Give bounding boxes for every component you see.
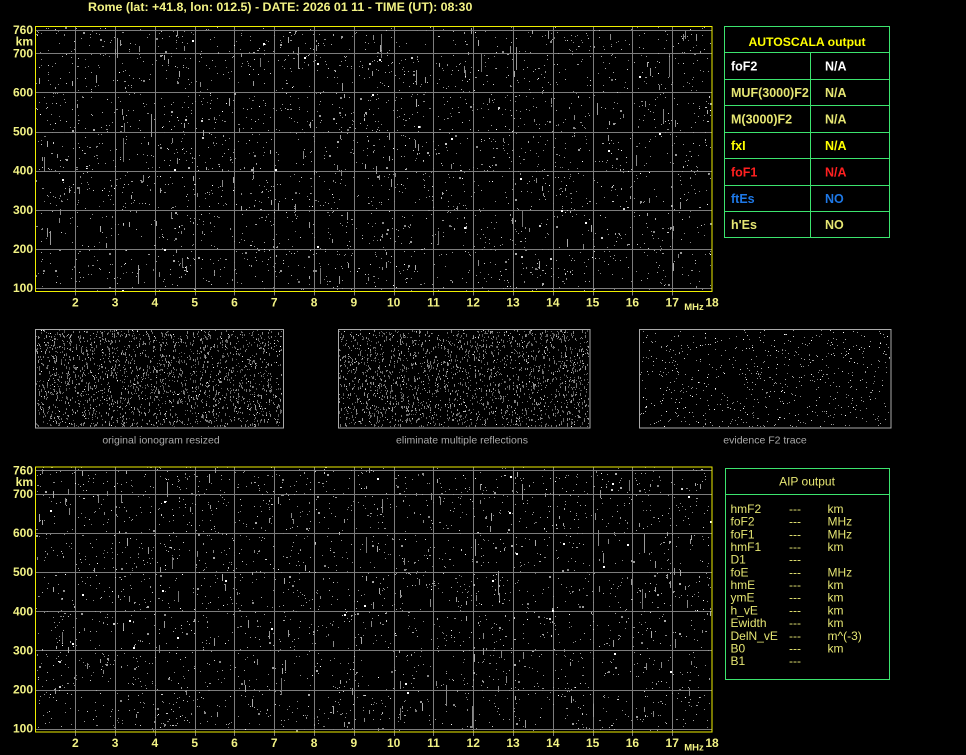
svg-text:16: 16 <box>626 736 640 750</box>
svg-text:15: 15 <box>586 736 600 750</box>
svg-text:ftEs: ftEs <box>731 192 755 206</box>
svg-text:km: km <box>828 641 844 655</box>
svg-text:600: 600 <box>13 85 33 99</box>
svg-text:4: 4 <box>152 736 159 750</box>
svg-text:MHz: MHz <box>684 743 704 754</box>
svg-text:400: 400 <box>13 164 33 178</box>
svg-text:13: 13 <box>506 296 520 310</box>
svg-text:4: 4 <box>152 296 159 310</box>
svg-text:15: 15 <box>586 296 600 310</box>
svg-text:6: 6 <box>231 296 238 310</box>
svg-text:14: 14 <box>546 296 560 310</box>
svg-text:N/A: N/A <box>825 86 847 100</box>
svg-text:Rome (lat: +41.8, lon: 012.5): Rome (lat: +41.8, lon: 012.5) - DATE: 20… <box>88 0 472 14</box>
svg-text:B1: B1 <box>731 654 746 668</box>
svg-text:foF2: foF2 <box>731 60 757 74</box>
svg-text:700: 700 <box>13 46 33 60</box>
svg-text:MHz: MHz <box>684 302 704 313</box>
svg-text:18: 18 <box>705 296 719 310</box>
svg-text:13: 13 <box>506 736 520 750</box>
svg-text:7: 7 <box>271 296 278 310</box>
svg-text:NO: NO <box>825 192 844 206</box>
svg-text:12: 12 <box>467 736 481 750</box>
svg-text:9: 9 <box>351 736 358 750</box>
svg-text:MUF(3000)F2: MUF(3000)F2 <box>731 86 809 100</box>
svg-text:---: --- <box>789 654 801 668</box>
svg-text:AUTOSCALA output: AUTOSCALA output <box>748 35 865 49</box>
svg-text:N/A: N/A <box>825 113 847 127</box>
svg-text:500: 500 <box>13 125 33 139</box>
svg-text:M(3000)F2: M(3000)F2 <box>731 113 792 127</box>
svg-text:700: 700 <box>13 487 33 501</box>
svg-text:9: 9 <box>351 296 358 310</box>
svg-text:2: 2 <box>72 296 79 310</box>
svg-text:300: 300 <box>13 643 33 657</box>
svg-text:10: 10 <box>387 736 401 750</box>
svg-text:fxI: fxI <box>731 139 746 153</box>
svg-text:AIP output: AIP output <box>779 475 835 489</box>
svg-text:7: 7 <box>271 736 278 750</box>
svg-text:5: 5 <box>191 296 198 310</box>
svg-text:300: 300 <box>13 203 33 217</box>
svg-text:10: 10 <box>387 296 401 310</box>
svg-text:16: 16 <box>626 296 640 310</box>
svg-text:400: 400 <box>13 604 33 618</box>
svg-text:km: km <box>828 540 844 554</box>
svg-text:h'Es: h'Es <box>731 218 757 232</box>
svg-text:12: 12 <box>467 296 481 310</box>
svg-text:11: 11 <box>427 296 440 310</box>
svg-text:5: 5 <box>191 736 198 750</box>
svg-text:3: 3 <box>112 296 119 310</box>
svg-text:3: 3 <box>112 736 119 750</box>
svg-text:11: 11 <box>427 736 440 750</box>
svg-text:N/A: N/A <box>825 166 847 180</box>
svg-text:17: 17 <box>666 736 680 750</box>
svg-text:100: 100 <box>13 722 33 736</box>
svg-text:17: 17 <box>666 296 680 310</box>
svg-text:6: 6 <box>231 736 238 750</box>
svg-text:200: 200 <box>13 683 33 697</box>
svg-text:200: 200 <box>13 242 33 256</box>
svg-text:100: 100 <box>13 281 33 295</box>
svg-text:14: 14 <box>546 736 560 750</box>
svg-text:8: 8 <box>311 296 318 310</box>
svg-text:NO: NO <box>825 218 844 232</box>
svg-text:N/A: N/A <box>825 139 847 153</box>
svg-text:evidence F2 trace: evidence F2 trace <box>723 435 807 447</box>
svg-text:2: 2 <box>72 736 79 750</box>
svg-text:600: 600 <box>13 526 33 540</box>
svg-text:foF1: foF1 <box>731 166 757 180</box>
svg-text:8: 8 <box>311 736 318 750</box>
svg-text:N/A: N/A <box>825 60 847 74</box>
svg-text:500: 500 <box>13 565 33 579</box>
svg-text:18: 18 <box>705 736 719 750</box>
svg-text:original ionogram resized: original ionogram resized <box>102 435 219 447</box>
svg-text:eliminate multiple reflections: eliminate multiple reflections <box>396 435 528 447</box>
